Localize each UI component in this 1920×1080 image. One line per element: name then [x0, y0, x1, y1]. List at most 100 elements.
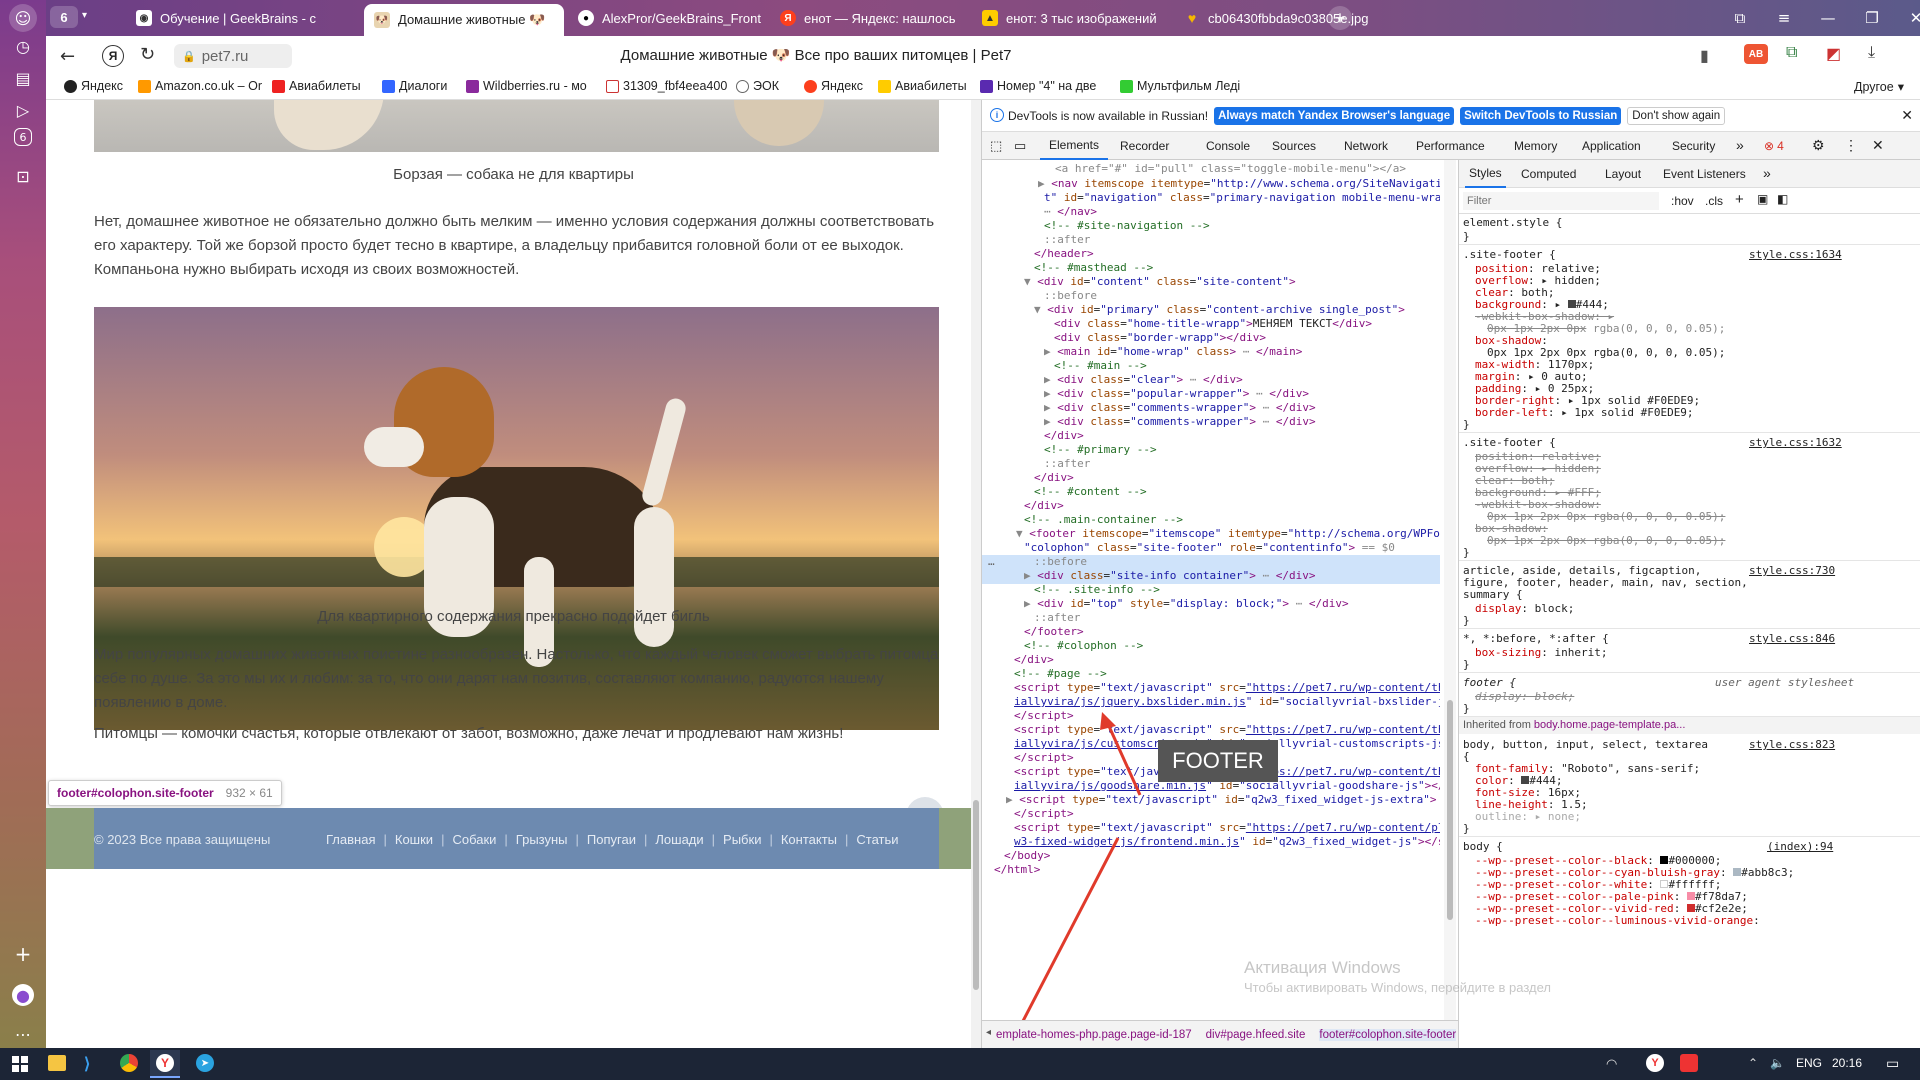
more-tabs-icon[interactable]: » — [1763, 165, 1771, 181]
new-rule-icon[interactable]: + — [1735, 191, 1744, 208]
breadcrumb-item[interactable]: div#page.hfeed.site — [1206, 1029, 1306, 1041]
tab-geekbrains[interactable]: ◉ Обучение | GeekBrains - с — [126, 4, 361, 32]
inspect-element-icon[interactable]: ⬚ — [990, 138, 1002, 154]
chrome-icon[interactable] — [120, 1054, 138, 1072]
footer-link[interactable]: Главная — [326, 832, 375, 847]
tab-elements[interactable]: Elements — [1040, 132, 1108, 160]
tabs-count-icon[interactable]: 6 — [14, 128, 32, 146]
bookmark-icon[interactable]: ▮ — [1700, 46, 1709, 66]
chevron-up-icon[interactable]: ⌃ — [1748, 1056, 1758, 1070]
windows-start-icon[interactable] — [12, 1056, 28, 1072]
styles-filter-input[interactable] — [1463, 192, 1659, 210]
screenshot-icon[interactable]: ⊡ — [9, 162, 37, 190]
footer-link[interactable]: Грызуны — [516, 832, 568, 847]
extension-icon[interactable]: ◩ — [1826, 44, 1841, 64]
bookmarks-other[interactable]: Другое ▾ — [1854, 79, 1904, 95]
tab-event-listeners[interactable]: Event Listeners — [1663, 167, 1746, 181]
tab-layout[interactable]: Layout — [1605, 167, 1641, 181]
footer-link[interactable]: Статьи — [856, 832, 898, 847]
tab-application[interactable]: Application — [1582, 139, 1641, 153]
bookmark-item[interactable]: Авиабилеты — [272, 79, 361, 93]
bookmark-item[interactable]: Яндекс — [804, 79, 863, 93]
banner-dismiss-button[interactable]: Don't show again — [1627, 106, 1726, 125]
tab-network[interactable]: Network — [1344, 139, 1388, 153]
error-badge[interactable]: ⊗ 4 — [1764, 139, 1784, 153]
bookmark-item[interactable]: Amazon.co.uk – Or — [138, 79, 262, 93]
sidebar-toggle-icon[interactable]: ◧ — [1777, 192, 1788, 206]
scrollbar-thumb[interactable] — [1447, 700, 1453, 920]
hover-state-toggle[interactable]: :hov — [1671, 194, 1694, 208]
downloads-icon[interactable]: ⤓ — [1868, 44, 1875, 62]
computed-styles-icon[interactable]: ▣ — [1757, 192, 1768, 206]
close-icon[interactable]: ✕ — [1901, 107, 1913, 124]
tab-images[interactable]: ▲ енот: 3 тыс изображений — [972, 4, 1170, 32]
language-indicator[interactable]: ENG — [1796, 1056, 1822, 1070]
more-icon[interactable]: ⋯ — [9, 1020, 37, 1048]
extension-translate-icon[interactable]: ⧉ — [1786, 44, 1797, 62]
elements-scrollbar[interactable] — [1444, 160, 1456, 1020]
kebab-menu-icon[interactable]: ⋮ — [1844, 137, 1858, 154]
network-icon[interactable]: ◠ — [1606, 1056, 1617, 1072]
app-tray-icon[interactable] — [1680, 1054, 1698, 1072]
tab-recorder[interactable]: Recorder — [1120, 139, 1169, 153]
speaker-icon[interactable]: 🔈 — [1770, 1056, 1785, 1070]
device-toolbar-icon[interactable]: ▭ — [1014, 138, 1026, 154]
chevron-left-icon[interactable]: ◂ — [986, 1027, 991, 1038]
minimize-button[interactable]: — — [1808, 0, 1848, 36]
vscode-icon[interactable]: ⟩ — [84, 1054, 90, 1074]
footer-link[interactable]: Рыбки — [723, 832, 761, 847]
footer-link[interactable]: Собаки — [452, 832, 496, 847]
bookmark-item[interactable]: Мультфильм Леді — [1120, 79, 1240, 93]
bookmark-item[interactable]: ЭОК — [736, 79, 779, 93]
tab-github[interactable]: ● AlexPror/GeekBrains_Front — [568, 4, 766, 32]
tab-performance[interactable]: Performance — [1416, 139, 1485, 153]
tab-console[interactable]: Console — [1206, 139, 1250, 153]
footer-link[interactable]: Контакты — [781, 832, 837, 847]
tabs-panel-icon[interactable]: ⧉ — [1720, 0, 1760, 36]
tab-security[interactable]: Security — [1672, 139, 1715, 153]
history-icon[interactable]: ◷ — [9, 32, 37, 60]
footer-link[interactable]: Попугаи — [587, 832, 636, 847]
notes-icon[interactable]: ▤ — [9, 64, 37, 92]
banner-match-language-button[interactable]: Always match Yandex Browser's language — [1214, 106, 1455, 125]
footer-link[interactable]: Лошади — [655, 832, 703, 847]
bookmark-item[interactable]: Яндекс — [64, 79, 123, 93]
close-icon[interactable]: ✕ — [1872, 137, 1884, 154]
bookmark-item[interactable]: Номер "4" на две — [980, 79, 1096, 93]
close-window-button[interactable]: ✕ — [1896, 0, 1920, 36]
menu-icon[interactable]: ≡ — [1764, 0, 1804, 36]
banner-switch-language-button[interactable]: Switch DevTools to Russian — [1460, 106, 1622, 125]
breadcrumb-item-active[interactable]: footer#colophon.site-footer — [1319, 1028, 1457, 1041]
bookmark-item[interactable]: Диалоги — [382, 79, 447, 93]
new-tab-button[interactable]: + — [1328, 6, 1352, 30]
telegram-icon[interactable]: ➤ — [196, 1054, 214, 1072]
yandex-browser-taskbar-button[interactable]: Y — [150, 1050, 180, 1078]
footer-link[interactable]: Кошки — [395, 832, 433, 847]
settings-icon[interactable]: ⚙ — [1812, 137, 1825, 154]
file-explorer-icon[interactable] — [48, 1055, 66, 1071]
alice-icon[interactable]: ● — [12, 984, 34, 1006]
bookmark-item[interactable]: Wildberries.ru - мо — [466, 79, 587, 93]
scrollbar-thumb[interactable] — [973, 800, 979, 990]
class-toggle[interactable]: .cls — [1705, 194, 1723, 208]
restore-button[interactable]: ❐ — [1852, 0, 1892, 36]
tab-pet7[interactable]: 🐶 Домашние животные 🐶 — [364, 4, 564, 36]
tab-yandex-search[interactable]: Я енот — Яндекс: нашлось — [770, 4, 968, 32]
page-scrollbar[interactable] — [971, 100, 981, 1048]
more-tabs-icon[interactable]: » — [1736, 137, 1744, 153]
tab-group-counter[interactable]: 6 — [50, 6, 78, 28]
tab-styles[interactable]: Styles — [1465, 160, 1506, 188]
play-icon[interactable]: ▷ — [9, 96, 37, 124]
tab-memory[interactable]: Memory — [1514, 139, 1557, 153]
breadcrumb-item[interactable]: emplate-homes-php.page.page-id-187 — [996, 1029, 1192, 1041]
bookmark-item[interactable]: 31309_fbf4eea400 — [606, 79, 727, 93]
tab-sources[interactable]: Sources — [1272, 139, 1316, 153]
add-panel-icon[interactable]: + — [9, 940, 37, 968]
profile-avatar-icon[interactable]: ☺ — [9, 4, 37, 32]
tab-computed[interactable]: Computed — [1521, 167, 1576, 181]
notifications-icon[interactable]: ▭ — [1886, 1055, 1899, 1072]
chevron-down-icon[interactable]: ▾ — [82, 10, 87, 21]
yandex-tray-icon[interactable]: Y — [1646, 1054, 1664, 1072]
bookmark-item[interactable]: Авиабилеты — [878, 79, 967, 93]
extension-adblock-icon[interactable]: AB — [1744, 44, 1768, 64]
